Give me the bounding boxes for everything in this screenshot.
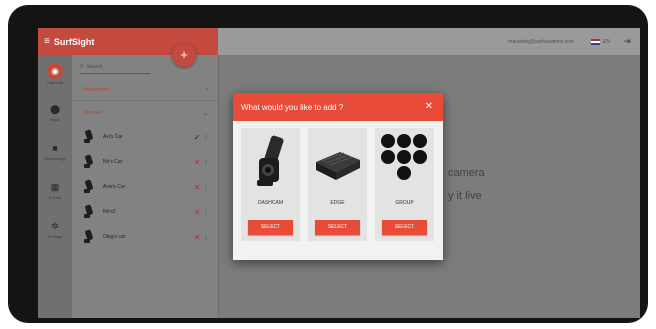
dashcam-icon <box>84 129 94 144</box>
group-icon <box>375 132 434 192</box>
gear-icon: ✲ <box>51 221 59 231</box>
video-icon: ■ <box>52 143 58 153</box>
offline-x-icon: ✕ <box>193 182 201 192</box>
option-label: EDGE <box>330 200 345 206</box>
dashcam-option-card[interactable]: DASHCAM SELECT <box>241 128 300 241</box>
side-nav: ◉ Cameras ⬤ Maps ■ Recordings ▦ Events ✲… <box>38 55 72 318</box>
device-name: Avi's Car <box>103 134 123 140</box>
add-device-dialog: What would you like to add ? ✕ DASHCAM S… <box>233 93 443 260</box>
more-vert-icon[interactable]: ⋮ <box>202 209 210 216</box>
online-check-icon: ✓ <box>193 132 201 142</box>
more-vert-icon[interactable]: ⋮ <box>202 234 210 241</box>
offline-x-icon: ✕ <box>193 232 201 242</box>
more-vert-icon[interactable]: ⋮ <box>202 134 210 141</box>
add-device-fab[interactable]: + <box>172 43 196 67</box>
search-input[interactable]: ⚲ Search <box>80 61 150 74</box>
brand-name: SurfSight <box>53 36 95 47</box>
search-placeholder: Search <box>86 64 103 70</box>
nav-item-events[interactable]: ▦ Events <box>38 180 72 200</box>
device-row[interactable]: Assi's Car ✕ ⋮ <box>84 178 210 196</box>
bookmarks-section[interactable]: Bookmarks › <box>84 84 208 96</box>
edge-device-icon <box>308 132 367 192</box>
app-screen: ≡ SurfSight marketing@surfsolutions.com … <box>38 28 640 318</box>
device-row[interactable]: Avi's Car ✓ ⋮ <box>84 128 210 146</box>
camera-icon: ◉ <box>47 63 63 79</box>
edge-option-card[interactable]: EDGE SELECT <box>308 128 367 241</box>
logout-icon[interactable]: ⇥ <box>622 36 632 46</box>
more-vert-icon[interactable]: ⋮ <box>202 159 210 166</box>
top-bar: ≡ SurfSight marketing@surfsolutions.com … <box>38 28 640 55</box>
map-pin-icon: ⬤ <box>49 104 61 114</box>
device-row[interactable]: Nir's Car ✕ ⋮ <box>84 153 210 171</box>
nav-item-cameras[interactable]: ◉ Cameras <box>38 63 72 85</box>
devices-section[interactable]: Devices ⌄ <box>84 107 208 119</box>
nav-item-recordings[interactable]: ■ Recordings <box>38 141 72 161</box>
nav-label: Settings <box>47 234 63 239</box>
dashcam-icon <box>84 204 94 219</box>
dashcam-icon <box>241 132 300 192</box>
option-label: GROUP <box>395 200 414 206</box>
chevron-right-icon: › <box>206 87 208 93</box>
device-panel: ⚲ Search Bookmarks › Devices ⌄ Avi's Car… <box>72 55 219 318</box>
nav-item-settings[interactable]: ✲ Settings <box>38 219 72 239</box>
dashcam-icon <box>84 179 94 194</box>
option-label: DASHCAM <box>257 200 283 206</box>
group-option-card[interactable]: GROUP SELECT <box>375 128 434 241</box>
dialog-title: What would you like to add ? <box>241 102 344 112</box>
hamburger-menu-icon[interactable]: ≡ <box>44 36 50 47</box>
nav-label: Events <box>48 195 62 200</box>
device-name: Nir's2 <box>103 209 116 215</box>
offline-x-icon: ✕ <box>193 157 201 167</box>
more-vert-icon[interactable]: ⋮ <box>202 184 210 191</box>
close-icon[interactable]: ✕ <box>425 101 433 113</box>
nav-item-maps[interactable]: ⬤ Maps <box>38 102 72 122</box>
tablet-frame: ≡ SurfSight marketing@surfsolutions.com … <box>8 5 648 323</box>
language-selector[interactable]: EN <box>591 28 610 55</box>
calendar-icon: ▦ <box>50 182 60 192</box>
empty-state-line-2: y it live <box>448 190 482 202</box>
dashcam-icon <box>84 154 94 169</box>
section-label: Devices <box>84 110 102 116</box>
device-name: Nir's Car <box>103 159 123 165</box>
device-name: Oleg's car <box>103 234 126 240</box>
chevron-down-icon: ⌄ <box>202 110 208 117</box>
select-edge-button[interactable]: SELECT <box>315 220 360 235</box>
device-name: Assi's Car <box>103 184 126 190</box>
us-flag-icon <box>591 38 601 45</box>
offline-x-icon: ✕ <box>193 207 201 217</box>
device-row[interactable]: Nir's2 ✕ ⋮ <box>84 203 210 221</box>
nav-label: Cameras <box>46 80 64 85</box>
nav-label: Maps <box>50 117 60 122</box>
language-label: EN <box>603 38 610 45</box>
select-group-button[interactable]: SELECT <box>382 220 427 235</box>
section-label: Bookmarks <box>84 87 110 93</box>
search-icon: ⚲ <box>80 64 84 70</box>
dashcam-icon <box>84 229 94 244</box>
plus-icon: + <box>180 47 188 62</box>
select-dashcam-button[interactable]: SELECT <box>248 220 293 235</box>
dialog-header: What would you like to add ? ✕ <box>233 93 443 121</box>
device-row[interactable]: Oleg's car ✕ ⋮ <box>84 228 210 246</box>
nav-label: Recordings <box>44 156 66 161</box>
divider <box>72 100 218 101</box>
account-email[interactable]: marketing@surfsolutions.com <box>508 28 574 55</box>
empty-state-line-1: camera <box>448 167 485 179</box>
